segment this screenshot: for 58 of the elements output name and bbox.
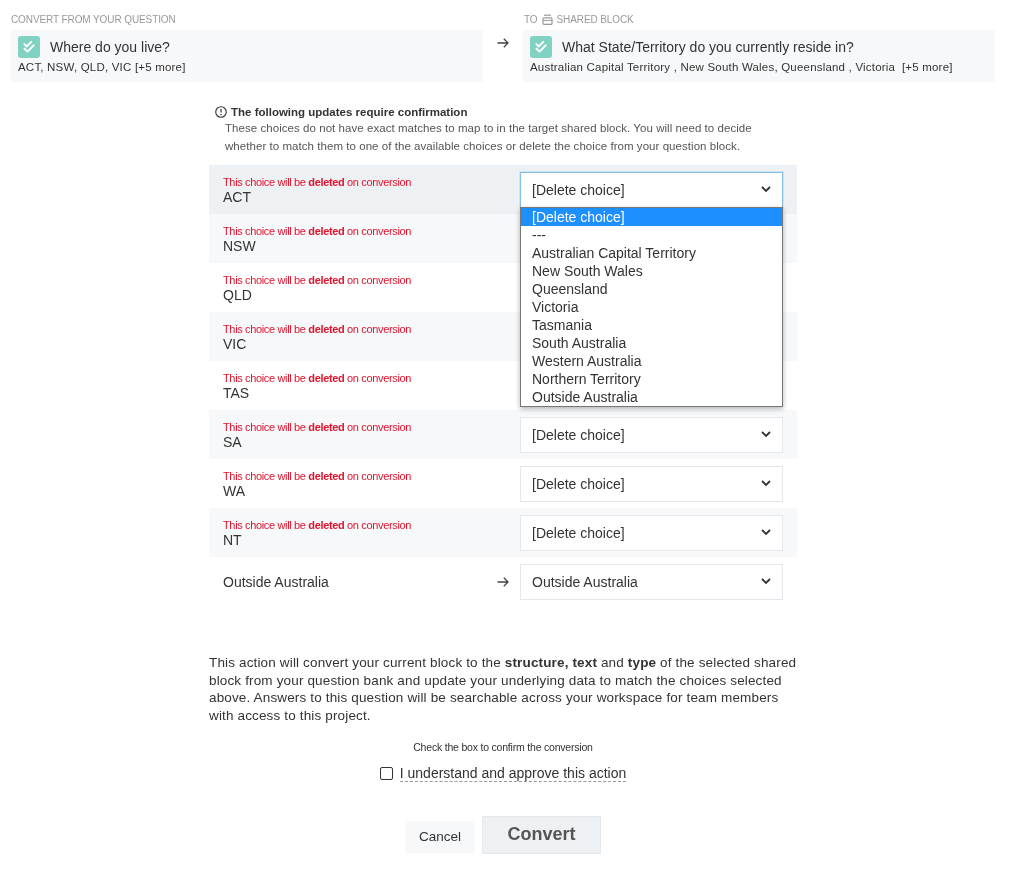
choice-label: NT [223, 531, 243, 548]
confirmation-description: These choices do not have exact matches to map to in the target shared block. You will need to decide whether to match them to one of the available choices or delete the choice from your question block. [224, 121, 753, 154]
choice-label: WA [223, 482, 247, 499]
dropdown-option[interactable]: Western Australia [521, 351, 782, 370]
choice-dropdown[interactable]: [Delete choice] [520, 465, 783, 502]
choice-label: ACT [223, 188, 252, 205]
section-label: CONVERT FROM YOUR QUESTION [11, 14, 176, 25]
choice-label: TAS [223, 384, 251, 401]
chevron-down-icon [761, 578, 771, 585]
dropdown-option[interactable]: Queensland [521, 279, 782, 298]
conversion-notice: This action will convert your current block to the structure, text and type of the selected shared block from your question bank and update your underlying data to match the choices selected above. Answers to this question will be searchable across your workspace for team members with access to this project. [209, 654, 797, 725]
double-check-icon [530, 36, 552, 58]
convert-button[interactable]: Convert [482, 815, 601, 854]
dropdown-option[interactable]: --- [521, 225, 782, 244]
section-label: SHARED BLOCK [556, 14, 634, 25]
deletion-warning: This choice will be deleted on conversion [223, 223, 413, 238]
deletion-warning: This choice will be deleted on conversion [223, 370, 413, 385]
choice-label: NSW [223, 237, 257, 254]
arrow-right-icon [497, 576, 509, 587]
choice-label: SA [223, 433, 243, 450]
dropdown-option[interactable]: Tasmania [521, 315, 782, 334]
deletion-warning: This choice will be deleted on conversion [223, 174, 413, 189]
deletion-warning: This choice will be deleted on conversion [223, 272, 413, 287]
choice-dropdown[interactable]: Outside Australia [520, 563, 783, 600]
question-choices: Australian Capital Territory , New South Wales, Queensland , Victoria [+5 more] [530, 61, 954, 73]
deletion-warning: This choice will be deleted on conversion [223, 468, 413, 483]
double-check-icon [18, 36, 40, 58]
dropdown-option[interactable]: Victoria [521, 297, 782, 316]
dropdown-option[interactable]: South Australia [521, 333, 782, 352]
question-title: What State/Territory do you currently reside in? [562, 39, 854, 55]
chevron-down-icon [761, 186, 771, 193]
exclamation-circle-icon [215, 106, 227, 118]
choice-label: Outside Australia [223, 573, 330, 590]
stack-icon [541, 14, 553, 25]
chevron-down-icon [761, 529, 771, 536]
dropdown-option[interactable]: Northern Territory [521, 369, 782, 388]
cancel-button[interactable]: Cancel [405, 820, 475, 853]
deletion-warning: This choice will be deleted on conversion [223, 321, 413, 336]
question-title: Where do you live? [50, 39, 170, 55]
dropdown-option[interactable]: Outside Australia [521, 387, 782, 406]
confirmation-title: The following updates require confirmation [231, 106, 468, 118]
dropdown-option[interactable]: New South Wales [521, 261, 782, 280]
confirm-hint: Check the box to confirm the conversion [412, 740, 594, 753]
approve-checkbox[interactable] [379, 766, 393, 780]
chevron-down-icon [761, 480, 771, 487]
section-label: TO [524, 14, 538, 25]
chevron-down-icon [761, 431, 771, 438]
choice-label: VIC [223, 335, 248, 352]
deletion-warning: This choice will be deleted on conversion [223, 419, 413, 434]
question-choices: ACT, NSW, QLD, VIC [+5 more] [18, 61, 187, 73]
choice-dropdown[interactable]: [Delete choice] [520, 416, 783, 453]
deletion-warning: This choice will be deleted on conversion [223, 517, 413, 532]
approve-label[interactable]: I understand and approve this action [399, 764, 627, 782]
choice-label: QLD [223, 286, 253, 303]
choice-dropdown[interactable]: [Delete choice] [520, 171, 783, 208]
dropdown-option[interactable]: Australian Capital Territory [521, 243, 782, 262]
choice-dropdown[interactable]: [Delete choice] [520, 514, 783, 551]
arrow-right-icon [497, 38, 509, 48]
